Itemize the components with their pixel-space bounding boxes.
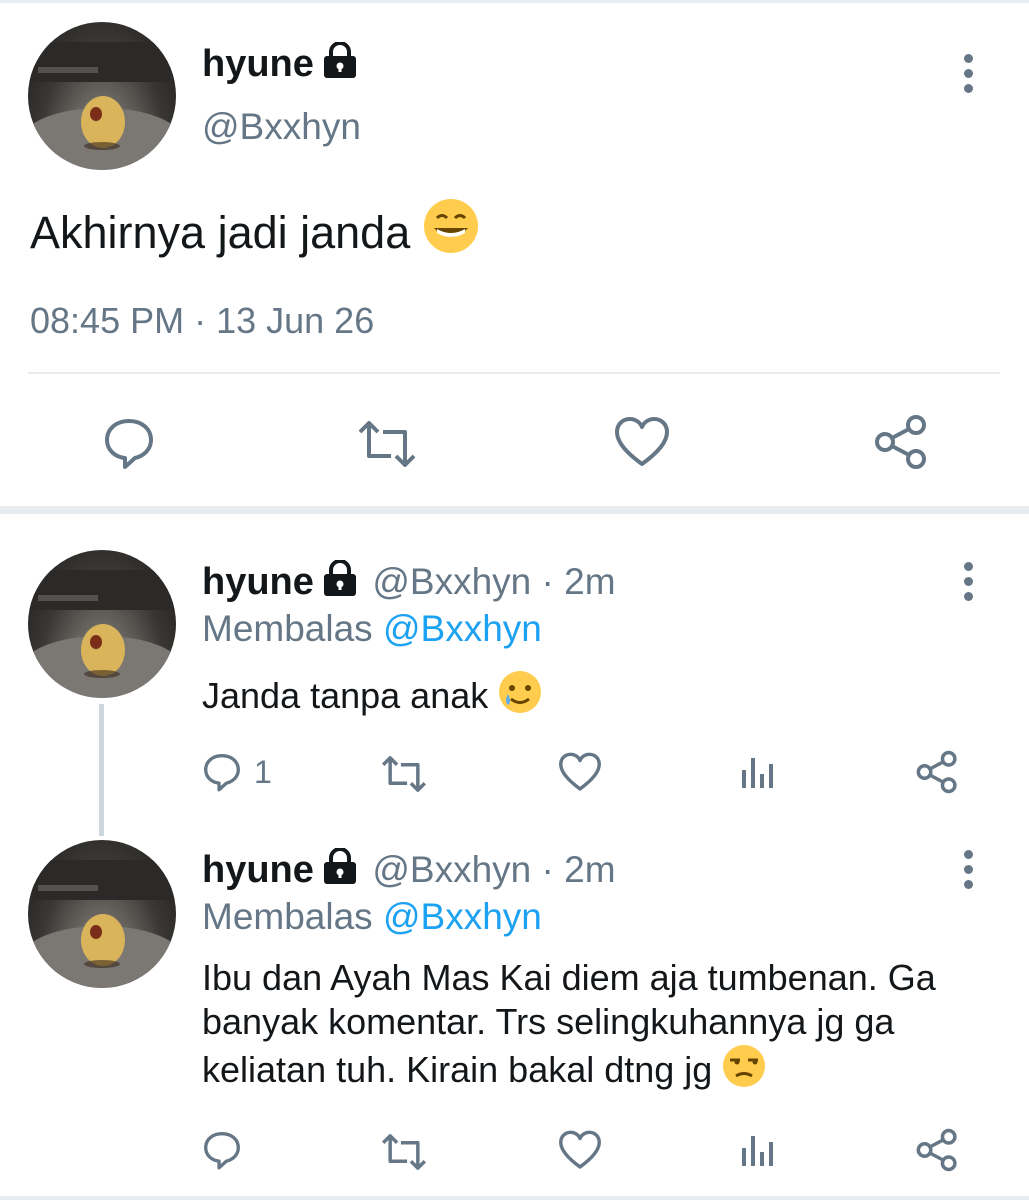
like-icon[interactable] <box>558 752 602 797</box>
more-icon[interactable] <box>964 54 976 99</box>
replying-label: Membalas <box>202 608 373 649</box>
timestamp[interactable]: 08:45 PM · 13 Jun 26 <box>30 300 374 342</box>
reply-header: hyune @Bxxhyn · 2m <box>202 847 616 892</box>
divider <box>28 372 1000 374</box>
share-icon[interactable] <box>916 1128 958 1177</box>
tweet-text: Akhirnya jadi janda <box>30 198 479 265</box>
reply-text-content: Janda tanpa anak <box>202 675 489 716</box>
tweet-text-content: Akhirnya jadi janda <box>30 207 411 258</box>
reply-icon[interactable] <box>102 416 156 475</box>
smile-tear-emoji <box>498 670 542 723</box>
reply-count: 1 <box>254 754 272 790</box>
lock-icon <box>322 559 358 603</box>
avatar[interactable] <box>28 840 176 988</box>
avatar[interactable] <box>28 22 176 170</box>
display-name[interactable]: hyune <box>202 849 314 891</box>
more-icon[interactable] <box>964 850 976 895</box>
share-icon[interactable] <box>874 414 928 475</box>
replying-to-link[interactable]: @Bxxhyn <box>383 896 542 937</box>
lock-icon <box>322 41 358 90</box>
unamused-emoji <box>722 1044 766 1098</box>
like-icon[interactable] <box>614 416 670 473</box>
avatar[interactable] <box>28 550 176 698</box>
bottom-border <box>0 1196 1029 1200</box>
reply-header: hyune @Bxxhyn · 2m <box>202 559 616 604</box>
replying-label: Membalas <box>202 896 373 937</box>
like-icon[interactable] <box>558 1130 602 1175</box>
thread-line <box>99 704 104 836</box>
section-divider <box>0 506 1029 514</box>
display-name[interactable]: hyune <box>202 561 314 603</box>
handle-time[interactable]: @Bxxhyn · 2m <box>372 561 615 602</box>
reply-text: Janda tanpa anak <box>202 670 542 723</box>
handle-time[interactable]: @Bxxhyn · 2m <box>372 849 615 890</box>
analytics-icon[interactable] <box>740 1132 776 1173</box>
display-name[interactable]: hyune <box>202 41 358 90</box>
reply-icon[interactable] <box>202 752 242 797</box>
replying-to: Membalas @Bxxhyn <box>202 896 542 938</box>
top-border <box>0 0 1029 3</box>
analytics-icon[interactable] <box>740 754 776 795</box>
reply-text: Ibu dan Ayah Mas Kai diem aja tumbenan. … <box>202 956 992 1098</box>
retweet-icon[interactable] <box>380 1132 428 1177</box>
handle[interactable]: @Bxxhyn <box>202 106 361 148</box>
retweet-icon[interactable] <box>380 754 428 799</box>
lock-icon <box>322 847 358 891</box>
retweet-icon[interactable] <box>356 418 418 475</box>
share-icon[interactable] <box>916 750 958 799</box>
reply-icon[interactable] <box>202 1130 242 1175</box>
reply-text-content: Ibu dan Ayah Mas Kai diem aja tumbenan. … <box>202 957 936 1090</box>
replying-to: Membalas @Bxxhyn <box>202 608 542 650</box>
replying-to-link[interactable]: @Bxxhyn <box>383 608 542 649</box>
more-icon[interactable] <box>964 562 976 607</box>
grin-emoji <box>423 198 479 265</box>
display-name-text: hyune <box>202 43 314 85</box>
